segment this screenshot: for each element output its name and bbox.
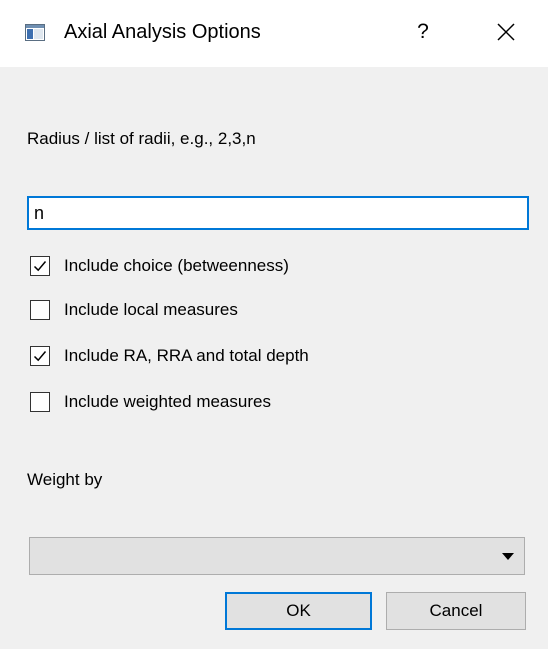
title-bar[interactable]: Axial Analysis Options ? bbox=[0, 0, 548, 67]
cancel-button[interactable]: Cancel bbox=[386, 592, 526, 630]
dropdown-arrow-icon bbox=[502, 553, 514, 560]
check-icon bbox=[33, 261, 47, 272]
include-choice-label: Include choice (betweenness) bbox=[64, 256, 289, 275]
weight-by-dropdown[interactable] bbox=[29, 537, 525, 575]
close-icon bbox=[497, 23, 515, 41]
include-weighted-measures-checkbox[interactable] bbox=[30, 392, 50, 412]
include-choice-option[interactable]: Include choice (betweenness) bbox=[30, 254, 450, 280]
include-weighted-measures-option[interactable]: Include weighted measures bbox=[30, 390, 450, 416]
include-local-measures-option[interactable]: Include local measures bbox=[30, 298, 450, 324]
weight-by-label: Weight by bbox=[27, 470, 103, 489]
axial-analysis-options-dialog: Axial Analysis Options ? Radius / list o… bbox=[0, 0, 548, 649]
include-choice-checkbox[interactable] bbox=[30, 256, 50, 276]
window-title: Axial Analysis Options bbox=[64, 21, 261, 43]
radius-label: Radius / list of radii, e.g., 2,3,n bbox=[27, 129, 256, 148]
include-ra-rra-depth-checkbox[interactable] bbox=[30, 346, 50, 366]
ok-button[interactable]: OK bbox=[225, 592, 372, 630]
help-button[interactable]: ? bbox=[406, 14, 440, 50]
include-local-measures-label: Include local measures bbox=[64, 300, 238, 319]
app-window-icon bbox=[25, 24, 45, 41]
check-icon bbox=[33, 351, 47, 362]
include-ra-rra-depth-label: Include RA, RRA and total depth bbox=[64, 346, 309, 365]
radius-input[interactable] bbox=[27, 196, 529, 230]
include-weighted-measures-label: Include weighted measures bbox=[64, 392, 271, 411]
close-button[interactable] bbox=[486, 14, 526, 50]
include-ra-rra-depth-option[interactable]: Include RA, RRA and total depth bbox=[30, 344, 450, 370]
include-local-measures-checkbox[interactable] bbox=[30, 300, 50, 320]
